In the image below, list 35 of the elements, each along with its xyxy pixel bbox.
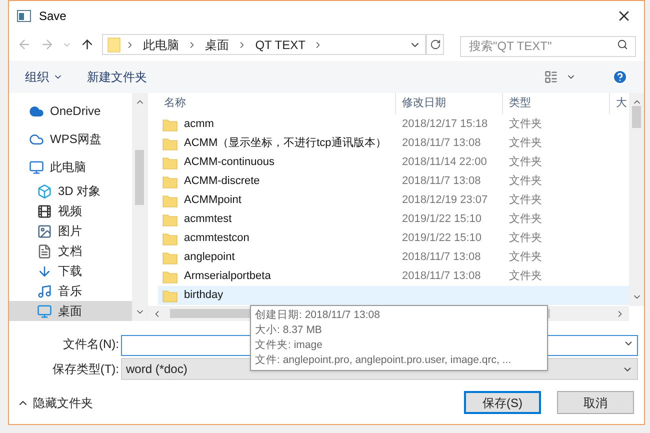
tooltip-text: 文件夹: image xyxy=(255,338,322,353)
file-type: 文件夹 xyxy=(508,192,543,208)
file-name: ACMMpoint xyxy=(184,193,242,208)
tooltip-text: 文件: anglepoint.pro, anglepoint.pro.user, image.qrc, ... xyxy=(255,353,512,368)
tooltip-text: 大小: 8.37 MB xyxy=(255,323,322,338)
file-type: 文件夹 xyxy=(508,116,543,132)
file-name: acmmtestcon xyxy=(184,231,250,246)
file-name: ACMM-discrete xyxy=(184,174,260,190)
tooltip-text: 创建日期: 2018/11/7 13:08 xyxy=(255,308,380,323)
field-label: 保存类型(T): xyxy=(51,361,119,378)
file-name: ACMM（显示坐标，不进行tcp通讯版本） xyxy=(184,136,386,152)
file-date: 2018/11/14 22:00 xyxy=(401,155,488,170)
file-date: 2018/11/7 13:08 xyxy=(401,269,482,284)
file-date: 2018/12/17 15:18 xyxy=(401,117,489,132)
file-name: birthday xyxy=(184,288,224,304)
file-name: acmm xyxy=(184,117,214,132)
file-name: ACMM-continuous xyxy=(184,155,274,170)
file-date: 2018/11/7 13:08 xyxy=(401,174,482,190)
window-title: Save xyxy=(39,8,66,25)
field-label: 文件名(N): xyxy=(62,336,119,352)
file-name: acmmtest xyxy=(184,212,232,228)
file-type: 文件夹 xyxy=(508,230,543,246)
file-date: 2018/11/7 13:08 xyxy=(401,136,482,152)
file-date: 2018/12/19 23:07 xyxy=(401,193,489,208)
file-type: 文件夹 xyxy=(508,212,543,228)
file-name: Armserialportbeta xyxy=(184,269,271,284)
file-date: 2019/1/22 15:10 xyxy=(401,231,483,246)
file-date: 2019/1/22 15:10 xyxy=(401,212,483,228)
file-name: anglepoint xyxy=(184,250,235,266)
file-type: 文件夹 xyxy=(508,268,543,284)
file-date: 2018/11/7 13:08 xyxy=(401,250,482,266)
file-type: 文件夹 xyxy=(508,136,543,152)
file-type: 文件夹 xyxy=(508,154,543,170)
file-type: 文件夹 xyxy=(508,250,543,266)
file-type: 文件夹 xyxy=(508,174,543,190)
